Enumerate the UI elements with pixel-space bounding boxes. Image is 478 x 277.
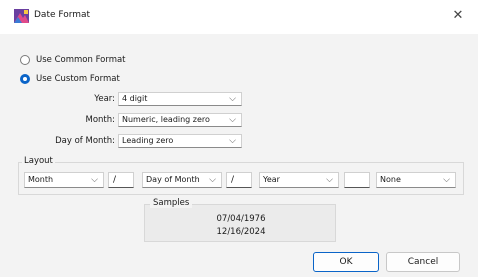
date-format-app-icon: [14, 9, 29, 23]
window-title: Date Format: [34, 10, 91, 20]
chevron-down-icon: ⌵: [229, 115, 236, 125]
month-label: Month:: [85, 115, 115, 125]
layout-part-4-select[interactable]: None ⌵: [376, 172, 456, 188]
layout-part-2-select[interactable]: Day of Month ⌵: [142, 172, 222, 188]
chevron-down-icon: ⌵: [443, 175, 450, 185]
chevron-down-icon: ⌵: [91, 175, 98, 185]
month-select-value: Numeric, leading zero: [122, 115, 210, 124]
date-format-dialog: Date Format ✕ Use Common Format Use Cust…: [0, 0, 478, 277]
separator-2-input[interactable]: /: [226, 172, 252, 188]
ok-button[interactable]: OK: [313, 252, 379, 272]
layout-part-3-value: Year: [263, 175, 280, 184]
year-label: Year:: [94, 94, 115, 104]
samples-legend: Samples: [150, 198, 193, 208]
layout-part-3-select[interactable]: Year ⌵: [259, 172, 339, 188]
layout-legend: Layout: [22, 156, 55, 166]
dialog-content: Use Common Format Use Custom Format Year…: [0, 34, 478, 277]
day-of-month-select-value: Leading zero: [122, 136, 174, 145]
layout-part-1-select[interactable]: Month ⌵: [24, 172, 104, 188]
layout-part-4-value: None: [380, 175, 401, 184]
month-select[interactable]: Numeric, leading zero ⌵: [118, 113, 242, 127]
day-of-month-select[interactable]: Leading zero ⌵: [118, 134, 242, 148]
chevron-down-icon: ⌵: [209, 175, 216, 185]
title-bar: Date Format ✕: [0, 0, 478, 34]
use-common-format-label: Use Common Format: [36, 55, 126, 65]
layout-part-1-value: Month: [28, 175, 54, 184]
separator-1-input[interactable]: /: [108, 172, 134, 188]
day-of-month-label: Day of Month:: [55, 136, 115, 146]
cancel-button[interactable]: Cancel: [386, 252, 460, 272]
year-select[interactable]: 4 digit ⌵: [118, 92, 242, 106]
radio-common-format[interactable]: [20, 55, 30, 65]
close-icon[interactable]: ✕: [450, 8, 466, 24]
use-custom-format-option[interactable]: Use Custom Format: [20, 74, 120, 84]
use-common-format-option[interactable]: Use Common Format: [20, 55, 126, 65]
chevron-down-icon: ⌵: [229, 136, 236, 146]
chevron-down-icon: ⌵: [326, 175, 333, 185]
year-select-value: 4 digit: [122, 94, 148, 103]
radio-custom-format[interactable]: [20, 74, 30, 84]
chevron-down-icon: ⌵: [229, 94, 236, 104]
sample-date-1: 07/04/1976: [216, 214, 266, 224]
separator-3-input[interactable]: [344, 172, 370, 188]
sample-date-2: 12/16/2024: [216, 227, 266, 237]
layout-part-2-value: Day of Month: [146, 175, 200, 184]
samples-box: 07/04/1976 12/16/2024: [144, 204, 336, 242]
use-custom-format-label: Use Custom Format: [36, 74, 120, 84]
